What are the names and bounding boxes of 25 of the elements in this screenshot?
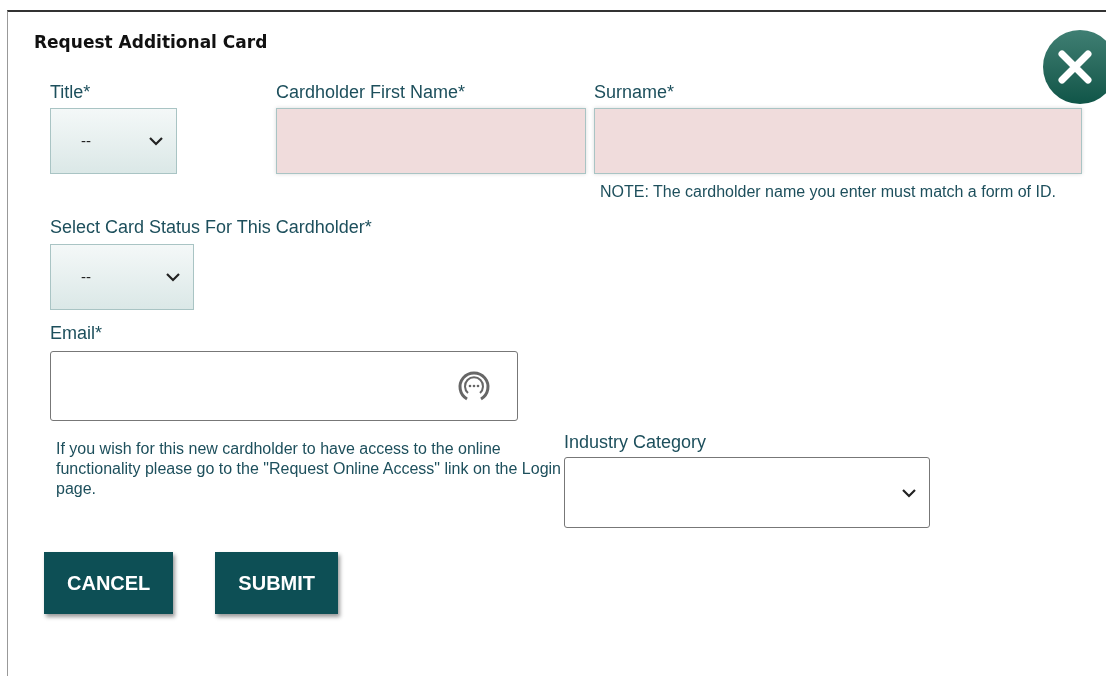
select-dropdown[interactable] [564, 457, 930, 528]
select-dropdown[interactable]: -- [50, 244, 194, 310]
chevron-down-icon [165, 272, 181, 282]
password-manager-icon[interactable] [457, 369, 491, 403]
select-value: -- [81, 130, 91, 151]
text-input[interactable] [594, 108, 1082, 174]
chevron-down-icon [148, 136, 164, 146]
select-value: -- [81, 266, 91, 287]
close-icon [1057, 49, 1093, 85]
field-label: Surname* [594, 81, 676, 103]
chevron-down-icon [901, 487, 917, 498]
help-text: If you wish for this new cardholder to have access to the online functionality please go to the "Request Online Access" link on the Login page. [56, 439, 562, 499]
note-text: NOTE: The cardholder name you enter must match a form of ID. [600, 182, 1057, 202]
submit-button[interactable]: SUBMIT [215, 552, 338, 614]
field-label: Title* [50, 81, 92, 103]
dialog-title: Request Additional Card [34, 31, 269, 53]
field-label: Email* [50, 322, 103, 344]
text-input[interactable] [276, 108, 586, 174]
select-dropdown[interactable]: -- [50, 108, 177, 174]
email-input[interactable] [50, 351, 518, 421]
field-label: Select Card Status For This Cardholder* [50, 216, 373, 238]
cancel-button[interactable]: CANCEL [44, 552, 174, 614]
field-label: Industry Category [564, 431, 708, 453]
field-label: Cardholder First Name* [276, 81, 467, 103]
close-button[interactable] [1043, 30, 1106, 104]
